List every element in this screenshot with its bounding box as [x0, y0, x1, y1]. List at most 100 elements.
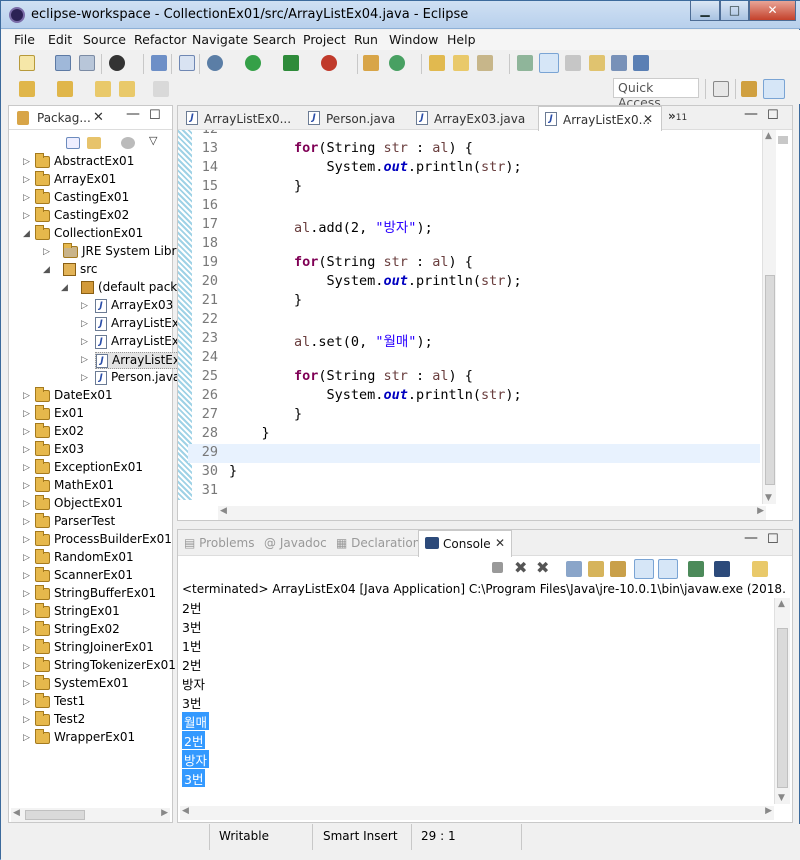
collapse-arrow-icon[interactable]: ▷ — [23, 517, 30, 527]
maximize-view-icon[interactable]: ☐ — [767, 532, 779, 547]
collapse-arrow-icon[interactable]: ▷ — [23, 661, 30, 671]
tab-arraylistex0-a[interactable]: J ArrayListEx0... — [184, 108, 298, 130]
debug-icon[interactable] — [207, 55, 223, 71]
maximize-view-icon[interactable]: ☐ — [149, 108, 161, 123]
java-perspective-icon[interactable] — [763, 79, 785, 99]
collapse-arrow-icon[interactable]: ▷ — [23, 193, 30, 203]
back-icon[interactable] — [119, 81, 135, 97]
block-selection-icon[interactable] — [565, 55, 581, 71]
quick-access-input[interactable]: Quick Access — [613, 78, 699, 110]
external-tools-icon[interactable] — [321, 55, 337, 71]
minimize-view-icon[interactable]: — — [744, 530, 758, 546]
last-edit-icon[interactable] — [95, 81, 111, 97]
save-all-icon[interactable] — [79, 55, 95, 71]
collapse-arrow-icon[interactable]: ▷ — [23, 535, 30, 545]
tree-project[interactable]: StringEx02 — [35, 620, 120, 636]
collapse-arrow-icon[interactable]: ▷ — [23, 679, 30, 689]
tab-javadoc[interactable]: @ Javadoc — [264, 536, 327, 550]
tree-default-package[interactable]: (default packa — [81, 280, 184, 294]
remove-all-icon[interactable]: ✖ — [536, 558, 549, 577]
tree-project[interactable]: ArrayEx01 — [35, 170, 116, 186]
menu-navigate[interactable]: Navigate — [192, 32, 248, 47]
terminate-icon[interactable] — [492, 562, 503, 573]
expand-arrow-icon[interactable]: ◢ — [23, 229, 30, 239]
collapse-arrow-icon[interactable]: ▷ — [81, 301, 88, 311]
tree-project[interactable]: AbstractEx01 — [35, 152, 134, 168]
menu-search[interactable]: Search — [253, 32, 296, 47]
pin-console-icon[interactable] — [688, 561, 704, 577]
collapse-arrow-icon[interactable]: ▷ — [23, 607, 30, 617]
search-icon[interactable] — [477, 55, 493, 71]
new-class-icon[interactable] — [389, 55, 405, 71]
collapse-arrow-icon[interactable]: ▷ — [23, 499, 30, 509]
tree-project[interactable]: Ex01 — [35, 404, 84, 420]
show-whitespace-icon[interactable] — [589, 55, 605, 71]
menu-run[interactable]: Run — [354, 32, 378, 47]
minimize-view-icon[interactable]: — — [744, 106, 758, 122]
open-perspective-icon[interactable] — [713, 81, 729, 97]
tree-jre-library[interactable]: JRE System Librar — [63, 242, 189, 258]
tab-arrayex03-java[interactable]: J ArrayEx03.java — [414, 108, 525, 130]
save-icon[interactable] — [55, 55, 71, 71]
remove-launch-icon[interactable]: ✖ — [514, 558, 527, 577]
tree-project[interactable]: Ex03 — [35, 440, 84, 456]
tree-project[interactable]: StringJoinerEx01 — [35, 638, 154, 654]
package-explorer-tab[interactable]: Packag... — [37, 111, 91, 125]
expand-arrow-icon[interactable]: ◢ — [43, 265, 50, 275]
tree-project[interactable]: MathEx01 — [35, 476, 114, 492]
menu-window[interactable]: Window — [389, 32, 438, 47]
tree-project[interactable]: StringTokenizerEx01 — [35, 656, 176, 672]
menu-source[interactable]: Source — [83, 32, 126, 47]
code-editor[interactable]: 12 13 for(String str : al) {14 System.out… — [188, 130, 760, 500]
collapse-arrow-icon[interactable]: ▷ — [23, 643, 30, 653]
collapse-arrow-icon[interactable]: ▷ — [81, 373, 88, 383]
menu-edit[interactable]: Edit — [48, 32, 72, 47]
tree-java-file[interactable]: J ArrayListEx — [95, 334, 179, 349]
display-console-icon[interactable] — [714, 561, 730, 577]
tree-project[interactable]: WrapperEx01 — [35, 728, 135, 744]
collapse-arrow-icon[interactable]: ▷ — [23, 463, 30, 473]
annotation-icon[interactable] — [517, 55, 533, 71]
collapse-arrow-icon[interactable]: ▷ — [23, 625, 30, 635]
tree-project[interactable]: RandomEx01 — [35, 548, 134, 564]
collapse-arrow-icon[interactable]: ▷ — [23, 715, 30, 725]
focus-icon[interactable] — [121, 137, 135, 149]
collapse-arrow-icon[interactable]: ▷ — [81, 337, 88, 347]
collapse-arrow-icon[interactable]: ▷ — [23, 481, 30, 491]
scroll-lock-icon[interactable] — [588, 561, 604, 577]
collapse-arrow-icon[interactable]: ▷ — [23, 175, 30, 185]
close-button[interactable]: ✕ — [749, 1, 796, 21]
collapse-all-icon[interactable] — [66, 137, 80, 149]
collapse-arrow-icon[interactable]: ▷ — [23, 445, 30, 455]
close-icon[interactable]: ✕ — [495, 536, 505, 550]
next-annotation-icon[interactable] — [19, 81, 35, 97]
collapse-arrow-icon[interactable]: ▷ — [23, 157, 30, 167]
console-vertical-scrollbar[interactable]: ▲ ▼ — [774, 598, 790, 804]
menu-refactor[interactable]: Refactor — [134, 32, 186, 47]
tree-project[interactable]: Ex02 — [35, 422, 84, 438]
new-package-icon[interactable] — [363, 55, 379, 71]
tab-declaration[interactable]: ▦ Declaration — [336, 536, 420, 550]
maximize-button[interactable]: □ — [720, 1, 749, 21]
close-icon[interactable]: ✕ — [643, 112, 653, 126]
skip-breakpoints-icon[interactable] — [179, 55, 195, 71]
collapse-arrow-icon[interactable]: ▷ — [23, 409, 30, 419]
tree-project[interactable]: ParserTest — [35, 512, 115, 528]
console-icon[interactable] — [151, 55, 167, 71]
pilcrow-icon[interactable] — [633, 55, 649, 71]
mark-occurrences-icon[interactable] — [539, 53, 559, 73]
tab-person-java[interactable]: J Person.java — [306, 108, 406, 130]
collapse-arrow-icon[interactable]: ▷ — [23, 427, 30, 437]
show-on-error-icon[interactable] — [658, 559, 678, 579]
open-type-icon[interactable] — [429, 55, 445, 71]
editor-horizontal-scrollbar[interactable]: ◀ ▶ — [218, 506, 766, 520]
tree-project[interactable]: CastingEx01 — [35, 188, 129, 204]
tree-project[interactable]: ExceptionEx01 — [35, 458, 143, 474]
tree-java-file[interactable]: J ArrayListEx — [95, 352, 185, 369]
menu-help[interactable]: Help — [447, 32, 476, 47]
collapse-arrow-icon[interactable]: ▷ — [43, 247, 50, 257]
tab-console-active[interactable]: Console ✕ — [418, 530, 512, 557]
tree-project[interactable]: SystemEx01 — [35, 674, 129, 690]
tree-project[interactable]: ScannerEx01 — [35, 566, 133, 582]
link-with-editor-icon[interactable] — [87, 137, 101, 149]
